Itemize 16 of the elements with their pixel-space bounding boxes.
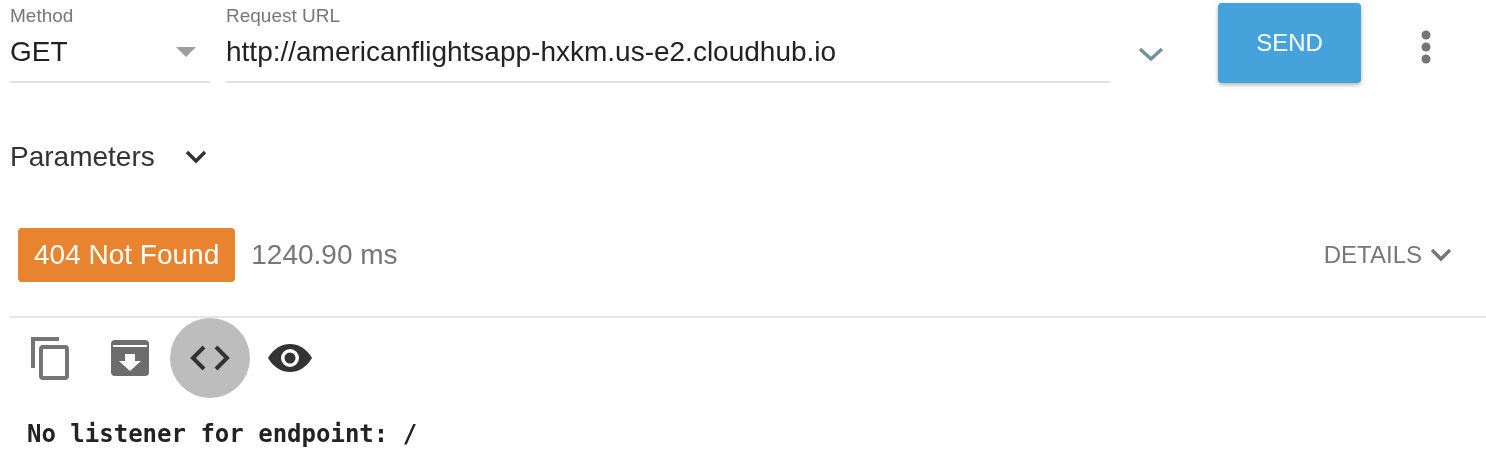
url-input-field[interactable]: http://americanflightsapp-hxkm.us-e2.cloudhub.io [226,25,1110,83]
field-label: Request URL [226,6,342,25]
response-time: 1240.90 ms [251,238,398,272]
details-toggle[interactable]: DETAILS [1317,236,1458,274]
response-body: No listener for endpoint: / [26,419,419,450]
copy-icon [30,336,70,380]
code-icon [190,345,230,371]
chevron-down-icon[interactable] [184,150,207,164]
download-box-icon [111,340,149,376]
status-badge: 404 Not Found [18,228,236,282]
method-dropdown[interactable]: GET [10,25,210,83]
eye-icon [267,343,313,373]
caret-icon [176,47,196,57]
parameters-toggle[interactable]: Parameters [10,136,155,178]
more-icon[interactable] [1421,30,1431,64]
field-label: Method [10,6,75,25]
